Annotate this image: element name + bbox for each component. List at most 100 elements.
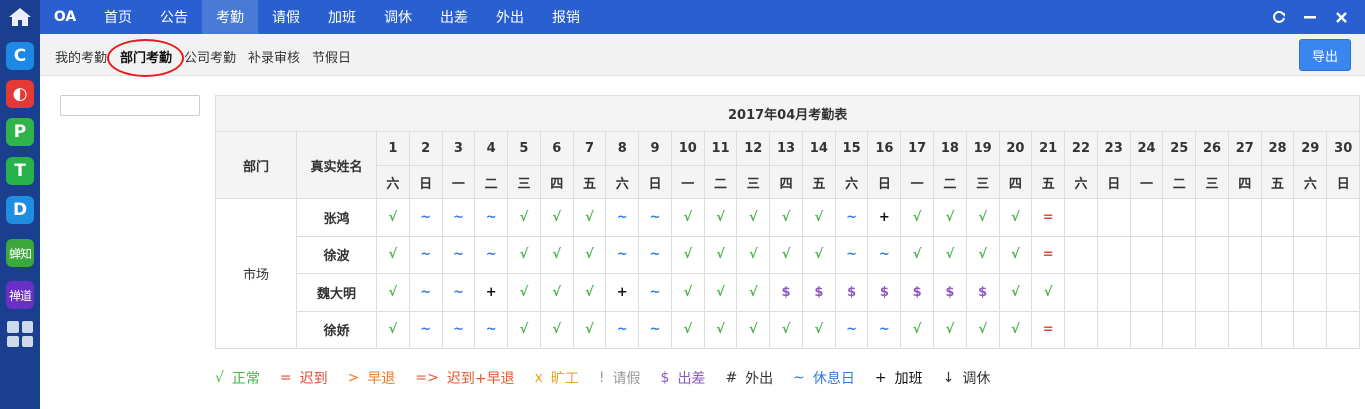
attendance-mark <box>1064 273 1098 312</box>
legend-label: 调休 <box>962 371 991 387</box>
day-header: 3 <box>441 131 476 166</box>
attendance-mark: ~ <box>605 235 640 274</box>
weekday-header: 五 <box>1031 165 1066 199</box>
attendance-mark: ~ <box>638 310 672 349</box>
attendance-mark: √ <box>376 198 410 237</box>
weekday-header: 四 <box>998 165 1033 199</box>
weekday-header: 日 <box>408 165 443 199</box>
attendance-mark: √ <box>376 235 410 274</box>
attendance-mark: √ <box>507 310 541 349</box>
attendance-mark: √ <box>539 273 574 312</box>
legend-label: 出差 <box>677 371 706 387</box>
attendance-mark: √ <box>572 235 607 274</box>
attendance-mark <box>1129 310 1164 349</box>
topnav-item-6[interactable]: 出差 <box>426 0 482 34</box>
legend-symbol: x <box>534 370 543 386</box>
legend-item: => 迟到+早退 <box>415 368 514 388</box>
attendance-mark <box>1260 198 1295 237</box>
subnav-company-attendance[interactable]: 公司考勤 <box>184 47 236 66</box>
weekday-header: 六 <box>1293 165 1328 199</box>
attendance-mark: √ <box>736 198 771 237</box>
attendance-mark <box>1227 310 1262 349</box>
attendance-mark <box>1260 273 1295 312</box>
highlight-circle-annotation <box>107 39 184 77</box>
attendance-mark: ~ <box>408 235 443 274</box>
topnav-item-0[interactable]: 首页 <box>90 0 146 34</box>
weekday-header: 二 <box>703 165 738 199</box>
attendance-mark <box>1293 235 1328 274</box>
attendance-mark: $ <box>900 273 935 312</box>
employee-name: 张鸿 <box>296 198 377 237</box>
attendance-mark: √ <box>801 310 836 349</box>
attendance-mark: √ <box>998 235 1033 274</box>
attendance-mark <box>1096 198 1131 237</box>
topnav-item-5[interactable]: 调休 <box>370 0 426 34</box>
attendance-mark: √ <box>703 273 738 312</box>
attendance-mark: √ <box>376 310 410 349</box>
attendance-mark: √ <box>376 273 410 312</box>
attendance-mark: ~ <box>441 235 476 274</box>
subnav-supplement-review[interactable]: 补录审核 <box>248 47 300 66</box>
attendance-mark: √ <box>736 273 771 312</box>
attendance-mark <box>1064 310 1098 349</box>
day-header: 24 <box>1129 131 1164 166</box>
weekday-header: 四 <box>1227 165 1262 199</box>
attendance-mark <box>1129 235 1164 274</box>
app-root: C ◐ P T D 蝉知 禅道 OA 首页 公告 考勤 请假 加班 调休 出差 外出 报销 我的考勤 部门考… <box>0 0 1365 409</box>
weekday-header: 二 <box>1162 165 1197 199</box>
attendance-mark: ~ <box>834 198 869 237</box>
attendance-mark: √ <box>769 310 803 349</box>
topnav-item-8[interactable]: 报销 <box>538 0 594 34</box>
topnav-item-7[interactable]: 外出 <box>482 0 538 34</box>
dock-app-5[interactable]: 蝉知 <box>6 239 34 267</box>
attendance-mark: √ <box>539 198 574 237</box>
weekday-header: 四 <box>769 165 803 199</box>
dock-app-3[interactable]: T <box>6 157 34 185</box>
attendance-mark: √ <box>1031 273 1066 312</box>
attendance-mark <box>1326 273 1361 312</box>
legend-label: 外出 <box>745 371 774 387</box>
legend-symbol: > <box>347 370 360 386</box>
attendance-mark: + <box>605 273 640 312</box>
search-input[interactable] <box>60 95 200 116</box>
minimize-icon[interactable] <box>1296 0 1324 34</box>
day-header: 27 <box>1227 131 1262 166</box>
dock-app-1[interactable]: ◐ <box>6 80 34 108</box>
app-dock: C ◐ P T D 蝉知禅道 <box>0 0 40 409</box>
home-icon[interactable] <box>0 0 40 34</box>
dock-app-6[interactable]: 禅道 <box>6 281 34 309</box>
attendance-mark <box>1260 310 1295 349</box>
all-apps-grid-icon[interactable] <box>7 321 33 347</box>
day-header: 30 <box>1326 131 1361 166</box>
legend-label: 迟到+早退 <box>446 371 515 387</box>
legend-item: ↓ 调休 <box>943 368 991 388</box>
legend-symbol: # <box>725 370 738 386</box>
table-row: 徐娇 √ ~ ~ ~ √ √ √ ~ ~ √ √ √ √ √ ~ ~ √ √ √ √ = <box>216 310 1361 349</box>
weekday-header: 三 <box>736 165 771 199</box>
brand-logo[interactable]: OA <box>40 9 90 25</box>
refresh-icon[interactable] <box>1265 0 1293 34</box>
topnav-item-4[interactable]: 加班 <box>314 0 370 34</box>
dock-app-2[interactable]: P <box>6 118 34 146</box>
day-header: 26 <box>1195 131 1229 166</box>
day-header: 25 <box>1162 131 1197 166</box>
subnav-holidays[interactable]: 节假日 <box>312 47 351 66</box>
attendance-mark: ~ <box>638 198 672 237</box>
weekday-header: 日 <box>638 165 672 199</box>
dock-app-0[interactable]: C <box>6 42 34 70</box>
dock-app-4[interactable]: D <box>6 196 34 224</box>
subnav-my-attendance[interactable]: 我的考勤 <box>55 47 107 66</box>
day-header: 5 <box>507 131 541 166</box>
day-header: 19 <box>965 131 1000 166</box>
topnav-item-1[interactable]: 公告 <box>146 0 202 34</box>
weekday-header: 日 <box>1326 165 1361 199</box>
topnav-item-3[interactable]: 请假 <box>258 0 314 34</box>
attendance-mark <box>1064 235 1098 274</box>
close-icon[interactable] <box>1327 0 1355 34</box>
topnav-item-2[interactable]: 考勤 <box>202 0 258 34</box>
attendance-mark <box>1326 310 1361 349</box>
attendance-mark: ~ <box>441 310 476 349</box>
sub-navbar: 我的考勤 部门考勤 公司考勤 补录审核 节假日 导出 <box>40 34 1365 77</box>
attendance-mark: √ <box>703 198 738 237</box>
export-button[interactable]: 导出 <box>1299 39 1351 71</box>
